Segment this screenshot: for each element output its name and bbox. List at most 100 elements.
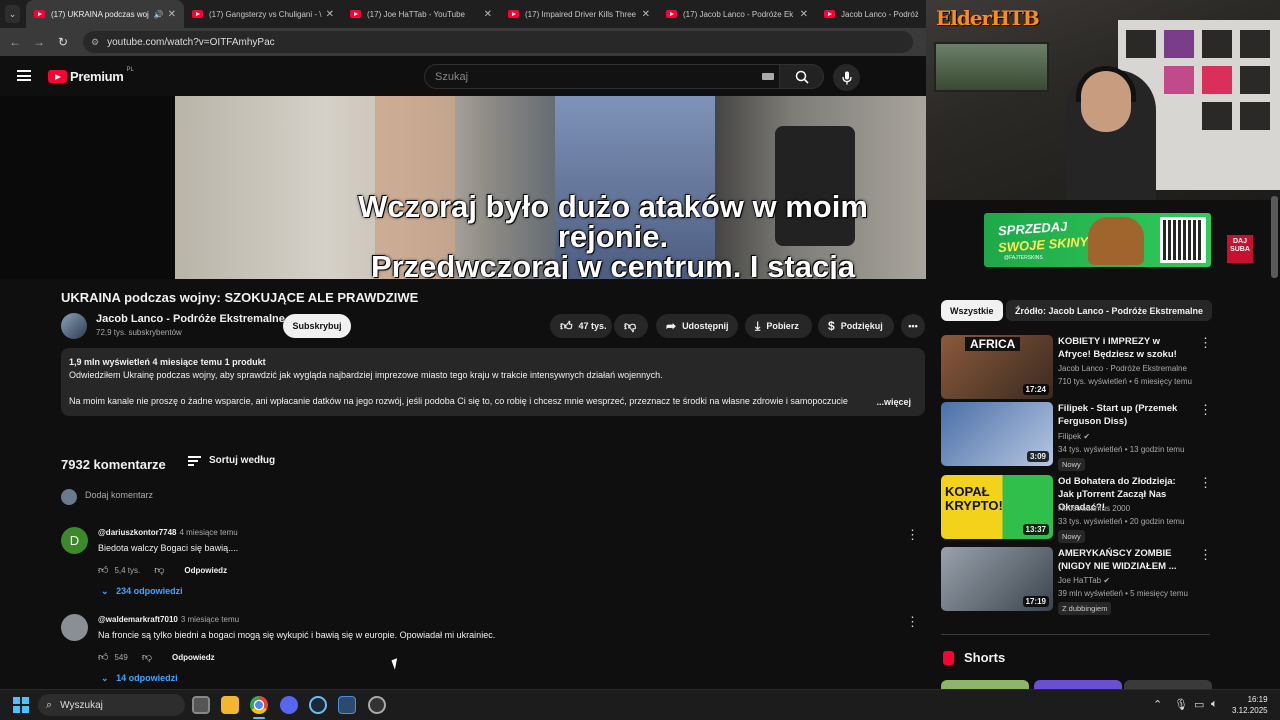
- thumbs-down-icon[interactable]: 👎︎: [154, 564, 164, 576]
- volume-icon[interactable]: 🔈︎: [1211, 698, 1218, 711]
- browser-tab[interactable]: (17) Gangsterzy vs Chuligani - \ ✕: [184, 0, 342, 28]
- comment-avatar[interactable]: D: [61, 527, 88, 554]
- chevron-down-icon: ⌄: [101, 586, 109, 596]
- forward-arrow-icon[interactable]: →: [27, 35, 51, 49]
- tray-chevron-up-icon[interactable]: ⌃: [1153, 698, 1162, 711]
- chip-all[interactable]: Wszystkie: [941, 300, 1003, 321]
- comment-text: Biedota walczy Bogaci się bawią....: [98, 543, 239, 553]
- channel-avatar[interactable]: [61, 313, 87, 339]
- video-thumbnail[interactable]: KOPAŁ KRYPTO! 13:37: [941, 475, 1053, 539]
- thumbs-down-icon[interactable]: 👎︎: [142, 651, 152, 663]
- recommended-video[interactable]: 17:19 AMERYKAŃSCY ZOMBIE (NIGDY NIE WIDZ…: [941, 547, 1212, 615]
- video-player[interactable]: Wczoraj było dużo ataków w moim rejonie.…: [0, 96, 926, 279]
- video-channel[interactable]: Joe HaTTab: [1058, 576, 1101, 585]
- share-button[interactable]: ➦ Udostępnij: [656, 314, 738, 338]
- video-title[interactable]: Filipek - Start up (Przemek Ferguson Dis…: [1058, 402, 1188, 428]
- video-channel[interactable]: Jacob Lanco - Podróże Ekstremalne: [1058, 364, 1187, 373]
- windows-start-icon[interactable]: [13, 697, 29, 713]
- browser-tab[interactable]: (17) Jacob Lanco - Podróże Ek ✕: [658, 0, 816, 28]
- speaker-icon[interactable]: 🔊: [154, 10, 164, 19]
- close-tab-icon[interactable]: ✕: [168, 9, 176, 20]
- close-tab-icon[interactable]: ✕: [642, 9, 650, 20]
- comment-menu-icon[interactable]: ⋮: [906, 527, 919, 543]
- browser-tab[interactable]: (17) Joe HaTTab - YouTube ✕: [342, 0, 500, 28]
- close-tab-icon[interactable]: ✕: [484, 9, 492, 20]
- recommended-video[interactable]: 3:09 Filipek - Start up (Przemek Ferguso…: [941, 402, 1212, 471]
- reply-button[interactable]: Odpowiedz: [172, 653, 215, 662]
- file-explorer-icon[interactable]: [221, 696, 239, 714]
- browser-tab-bar: ⌄ (17) UKRAINA podczas woj 🔊 ✕ (17) Gang…: [0, 0, 926, 28]
- view-replies-button[interactable]: ⌄ 234 odpowiedzi: [101, 586, 183, 597]
- subscribe-button[interactable]: Subskrybuj: [283, 314, 351, 338]
- url-field[interactable]: ⚙ youtube.com/watch?v=OITFAmhyPac: [83, 31, 913, 53]
- video-title[interactable]: AMERYKAŃSCY ZOMBIE (NIGDY NIE WIDZIAŁEM …: [1058, 547, 1188, 573]
- comment-author[interactable]: @waldemarkraft7010: [98, 615, 178, 624]
- more-actions-button[interactable]: •••: [901, 314, 925, 338]
- comment-menu-icon[interactable]: ⋮: [906, 614, 919, 630]
- reload-icon[interactable]: ↻: [51, 35, 75, 49]
- dubbing-badge: Z dubbingiem: [1058, 602, 1112, 615]
- obs-icon[interactable]: [368, 696, 386, 714]
- youtube-premium-logo[interactable]: Premium PL: [48, 67, 134, 84]
- channel-name[interactable]: Jacob Lanco - Podróże Ekstremalne: [96, 313, 285, 325]
- system-clock[interactable]: 16:19 3.12.2025: [1232, 694, 1268, 716]
- menu-hamburger-icon[interactable]: [17, 70, 31, 81]
- download-button[interactable]: ⤓ Pobierz: [745, 314, 812, 338]
- browser-tab-active[interactable]: (17) UKRAINA podczas woj 🔊 ✕: [26, 0, 184, 28]
- comment-like-count: 5,4 tys.: [114, 565, 141, 575]
- comment-time[interactable]: 3 miesiące temu: [181, 615, 239, 624]
- video-menu-icon[interactable]: ⋮: [1199, 547, 1212, 563]
- add-comment-input[interactable]: Dodaj komentarz: [85, 490, 153, 500]
- description-box[interactable]: 1,9 mln wyświetleń 4 miesiące temu 1 pro…: [61, 348, 925, 416]
- network-icon[interactable]: ▭: [1194, 698, 1204, 711]
- chip-from-channel[interactable]: Źródło: Jacob Lanco - Podróże Ekstremaln…: [1006, 300, 1213, 321]
- show-more-link[interactable]: ...więcej: [872, 396, 911, 409]
- tab-search-chevron-icon[interactable]: ⌄: [5, 5, 20, 23]
- back-arrow-icon[interactable]: ←: [3, 35, 27, 49]
- close-tab-icon[interactable]: ✕: [326, 9, 334, 20]
- taskbar-search[interactable]: ⌕ Wyszukaj: [38, 694, 185, 716]
- video-menu-icon[interactable]: ⋮: [1199, 475, 1212, 491]
- subtitle-line-2: Przedwczoraj w centrum. I stacja kolejow…: [370, 249, 856, 279]
- site-info-icon[interactable]: ⚙: [91, 37, 99, 48]
- video-channel[interactable]: Neostradamus 2000: [1058, 504, 1130, 513]
- close-tab-icon[interactable]: ✕: [800, 9, 808, 20]
- search-input[interactable]: Szukaj: [424, 64, 780, 89]
- replies-count: 234 odpowiedzi: [116, 586, 183, 596]
- steam-icon[interactable]: [309, 696, 327, 714]
- thanks-button[interactable]: $ Podziękuj: [818, 314, 894, 338]
- voice-search-button[interactable]: [833, 64, 860, 91]
- video-menu-icon[interactable]: ⋮: [1199, 335, 1212, 351]
- video-duration: 17:19: [1022, 596, 1049, 607]
- app-icon[interactable]: [338, 696, 356, 714]
- page-scrollbar[interactable]: [1271, 196, 1278, 278]
- chrome-icon[interactable]: [250, 696, 268, 719]
- thumbs-up-icon[interactable]: 👍︎: [98, 651, 108, 663]
- shelf-cube: [1200, 28, 1234, 60]
- keyboard-icon[interactable]: [762, 73, 774, 80]
- video-thumbnail[interactable]: 17:19: [941, 547, 1053, 611]
- video-menu-icon[interactable]: ⋮: [1199, 402, 1212, 418]
- video-thumbnail[interactable]: AFRICA 17:24: [941, 335, 1053, 399]
- sort-icon: [188, 455, 201, 466]
- search-button[interactable]: [780, 64, 824, 89]
- thumbs-up-icon[interactable]: 👍︎: [98, 564, 108, 576]
- video-channel[interactable]: Filipek: [1058, 432, 1081, 441]
- discord-icon[interactable]: [280, 696, 298, 714]
- video-thumbnail[interactable]: 3:09: [941, 402, 1053, 466]
- recommended-video[interactable]: KOPAŁ KRYPTO! 13:37 Od Bohatera do Złodz…: [941, 475, 1212, 543]
- dislike-button[interactable]: 👎︎: [614, 314, 648, 338]
- recommended-video[interactable]: AFRICA 17:24 KOBIETY i IMPREZY w Afryce!…: [941, 335, 1212, 399]
- browser-tab[interactable]: Jacob Lanco - Podróże E: [816, 0, 926, 28]
- microphone-tray-icon[interactable]: 🎙︎: [1174, 698, 1188, 711]
- browser-tab[interactable]: (17) Impaired Driver Kills Three ✕: [500, 0, 658, 28]
- comment-avatar[interactable]: [61, 614, 88, 641]
- comment-author[interactable]: @dariuszkontor7748: [98, 528, 177, 537]
- video-title[interactable]: KOBIETY i IMPREZY w Afryce! Będziesz w s…: [1058, 335, 1188, 361]
- task-view-icon[interactable]: [192, 696, 210, 714]
- sort-comments-button[interactable]: Sortuj według: [188, 455, 275, 466]
- reply-button[interactable]: Odpowiedz: [184, 566, 227, 575]
- like-button[interactable]: 👍︎ 47 tys.: [550, 314, 612, 338]
- view-replies-button[interactable]: ⌄ 14 odpowiedzi: [101, 673, 178, 684]
- comment-time[interactable]: 4 miesiące temu: [180, 528, 238, 537]
